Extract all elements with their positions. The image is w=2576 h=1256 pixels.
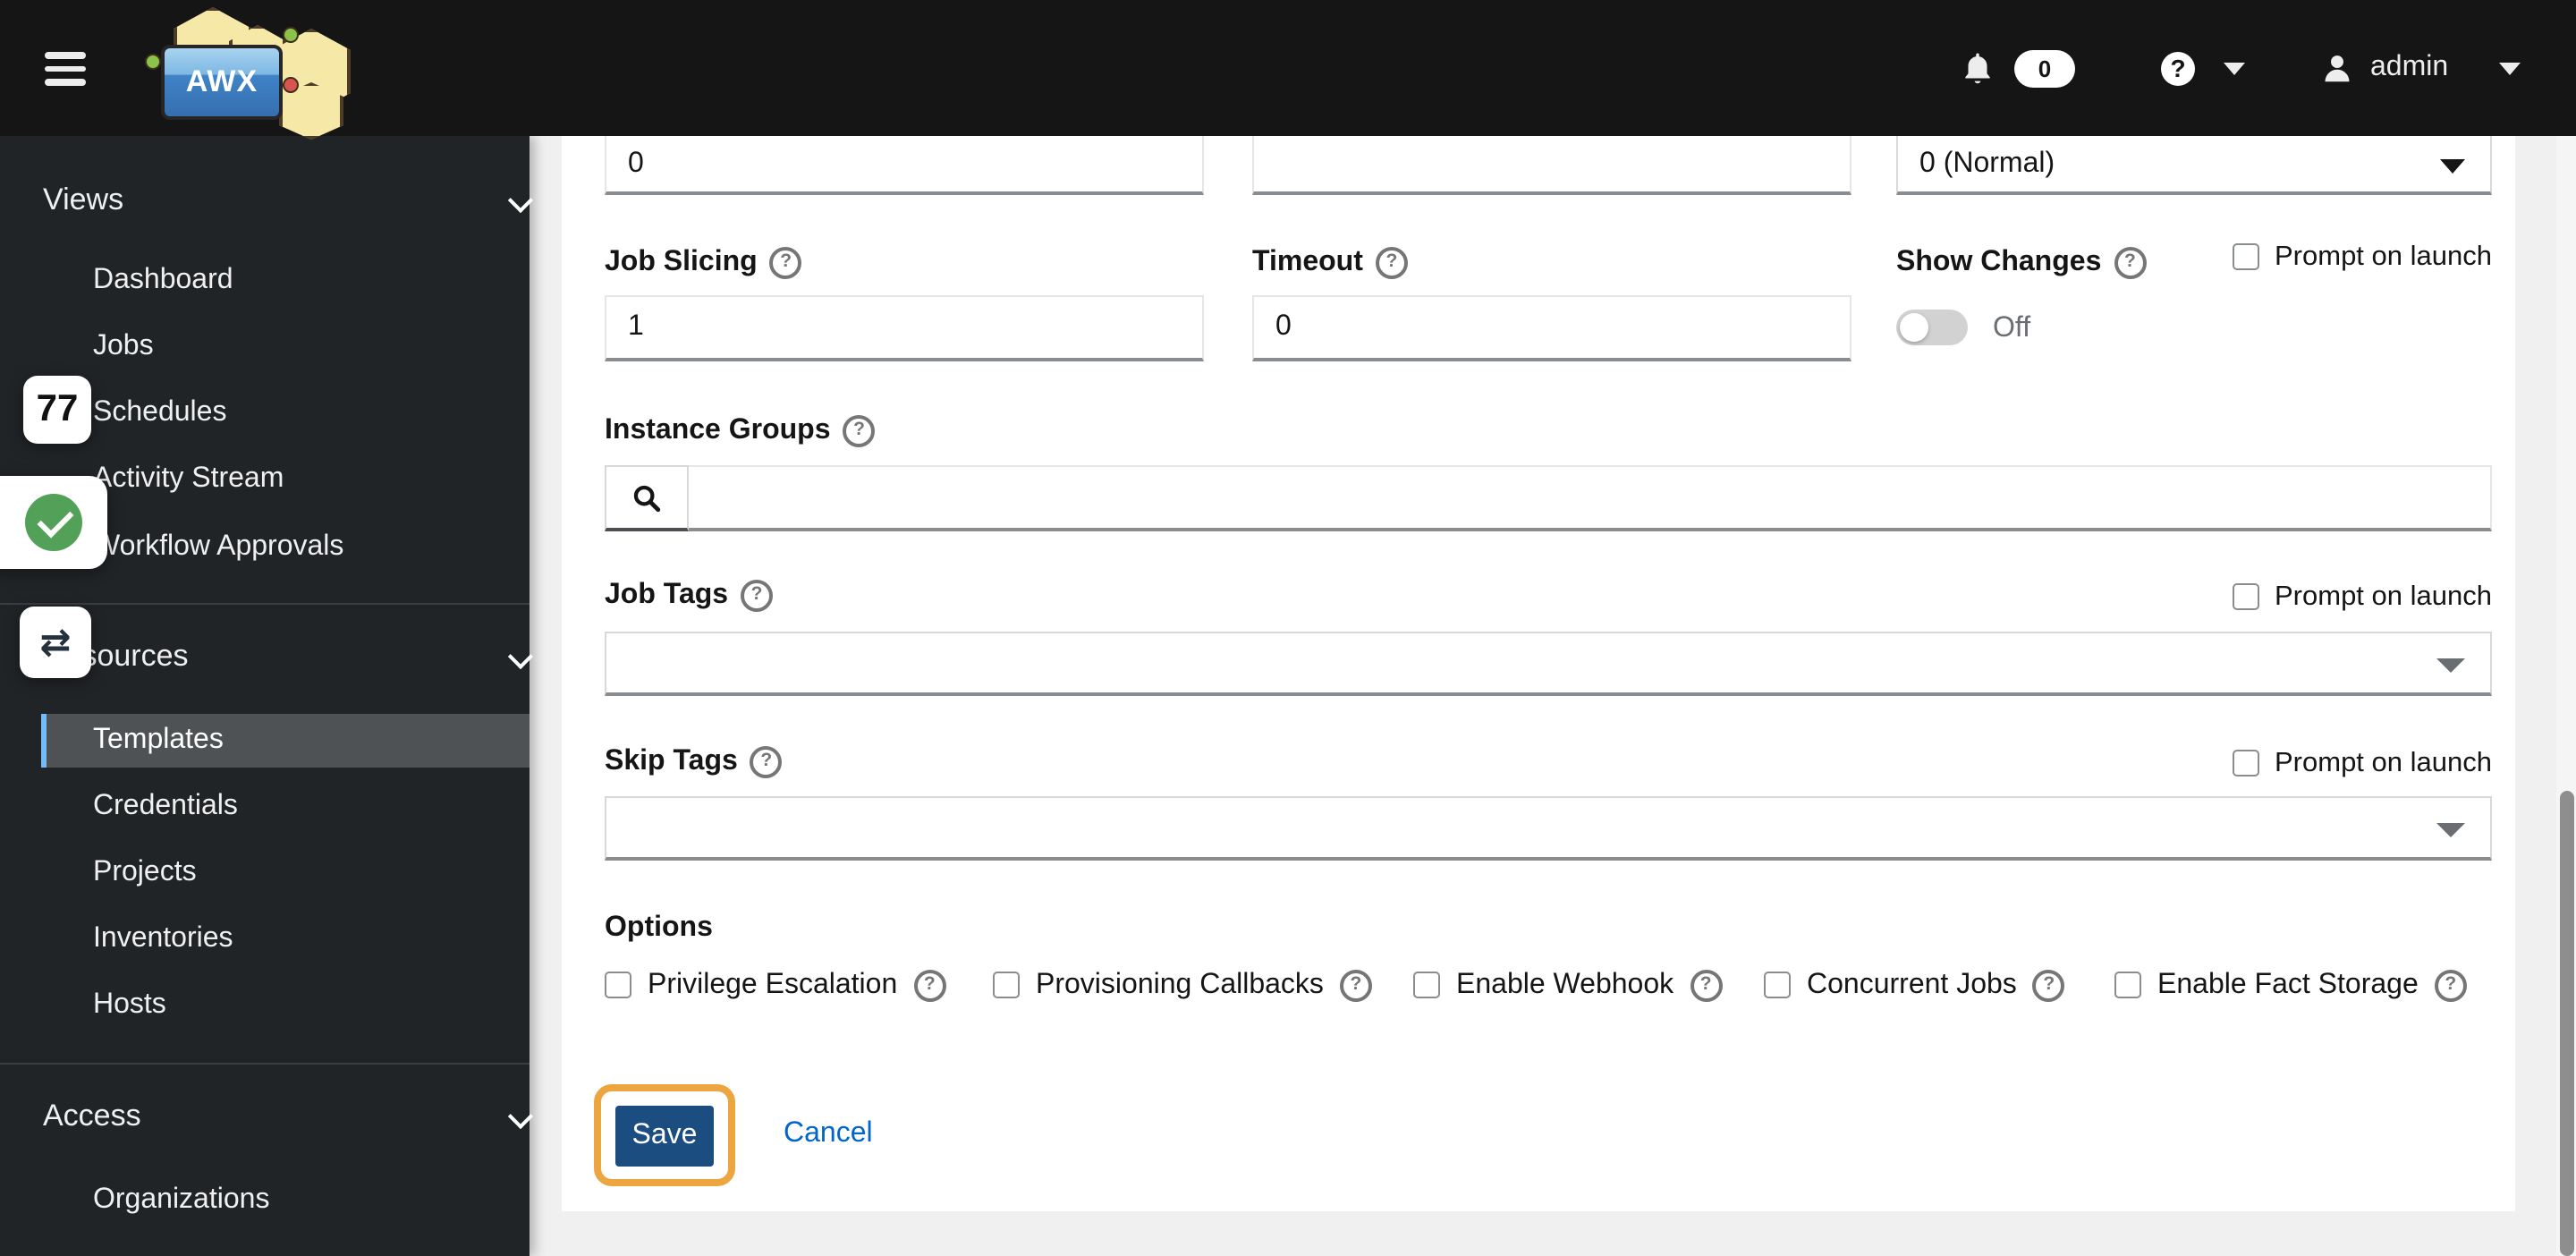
sidebar-item-schedules[interactable]: Schedules (0, 381, 623, 446)
help-circle-icon[interactable] (1690, 969, 1723, 1001)
help-circle-icon[interactable] (2032, 969, 2065, 1001)
instance-groups-label: Instance Groups (605, 415, 876, 447)
sidebar-item-credentials[interactable]: Credentials (0, 775, 623, 839)
show-changes-toggle[interactable] (1896, 310, 1968, 345)
green-dot (283, 27, 299, 43)
sidebar-section-views[interactable]: Views (0, 168, 572, 233)
skip-tags-label: Skip Tags (605, 746, 783, 778)
sidebar-item-projects[interactable]: Projects (0, 841, 623, 905)
option-privilege-escalation: Privilege Escalation (605, 969, 946, 1001)
sidebar-item-dashboard[interactable]: Dashboard (0, 249, 623, 313)
help-circle-icon[interactable] (843, 415, 876, 447)
instance-groups-field (605, 465, 2492, 531)
help-circle-icon[interactable] (769, 247, 802, 279)
provisioning-callbacks-checkbox[interactable] (993, 972, 1020, 998)
show-changes-state: Off (1993, 313, 2031, 344)
header-actions: 0 ? admin (1959, 0, 2521, 136)
username-label[interactable]: admin (2370, 52, 2448, 84)
caret-down-icon (2440, 158, 2465, 173)
skip-tags-select[interactable] (605, 796, 2492, 861)
prompt-on-launch-option: Prompt on launch (2232, 241, 2492, 272)
user-caret-down-icon[interactable] (2498, 62, 2521, 74)
timeout-label: Timeout (1252, 247, 1408, 279)
swap-arrows-icon: ⇄ (39, 621, 72, 664)
option-concurrent-jobs: Concurrent Jobs (1764, 969, 2065, 1001)
verbosity-select[interactable]: 0 (Normal) (1896, 136, 2492, 195)
help-circle-icon[interactable] (741, 580, 774, 612)
vertical-scrollbar-thumb[interactable] (2559, 791, 2573, 1256)
enable-webhook-checkbox[interactable] (1413, 972, 1440, 998)
sidebar-section-access[interactable]: Access (0, 1084, 572, 1149)
job-slicing-input[interactable] (605, 295, 1204, 361)
awx-app: AWX 0 ? admin Views Dashboard Jobs Sched (0, 0, 2576, 1256)
sidebar-divider (0, 1063, 530, 1065)
sidebar-item-organizations[interactable]: Organizations (0, 1168, 623, 1233)
help-circle-icon[interactable] (2434, 969, 2467, 1001)
option-provisioning-callbacks: Provisioning Callbacks (993, 969, 1372, 1001)
instance-groups-input[interactable] (689, 465, 2492, 531)
caret-down-icon (2436, 658, 2465, 672)
sidebar-item-inventories[interactable]: Inventories (0, 907, 623, 972)
forks-input[interactable] (605, 136, 1204, 195)
job-tags-label: Job Tags (605, 580, 774, 612)
sidebar-item-jobs[interactable]: Jobs (0, 315, 623, 379)
success-check-icon (25, 494, 82, 551)
job-slicing-label: Job Slicing (605, 247, 802, 279)
sidebar-item-hosts[interactable]: Hosts (0, 973, 623, 1038)
success-check-overlay (0, 476, 107, 569)
option-enable-fact-storage: Enable Fact Storage (2114, 969, 2467, 1001)
timeout-input[interactable] (1252, 295, 1852, 361)
nav-toggle-icon[interactable] (45, 52, 86, 86)
help-circle-icon[interactable] (913, 969, 946, 1001)
red-dot (283, 77, 299, 93)
help-icon[interactable]: ? (2161, 51, 2195, 85)
help-circle-icon[interactable] (750, 746, 783, 778)
enable-fact-storage-checkbox[interactable] (2114, 972, 2141, 998)
logo-text: AWX (185, 64, 258, 98)
count-badge-overlay: 77 (23, 376, 91, 444)
cancel-button[interactable]: Cancel (784, 1118, 873, 1150)
option-enable-webhook: Enable Webhook (1413, 969, 1723, 1001)
caret-down-icon (2436, 822, 2465, 836)
prompt-checkbox[interactable] (2232, 750, 2258, 777)
help-circle-icon[interactable] (2114, 247, 2147, 279)
green-dot (145, 54, 161, 70)
show-changes-label: Show Changes (1896, 247, 2147, 279)
top-navbar: AWX 0 ? admin (0, 0, 2576, 140)
vertical-scrollbar-track[interactable] (2556, 136, 2576, 1256)
job-tags-select[interactable] (605, 632, 2492, 696)
chevron-down-icon (507, 1103, 534, 1130)
bell-icon[interactable] (1959, 49, 1996, 87)
save-button[interactable]: Save (615, 1106, 714, 1167)
job-template-form: 0 (Normal) Job Slicing Timeout Show Chan… (562, 136, 2515, 1211)
sidebar-item-templates[interactable]: Templates (41, 714, 530, 768)
awx-monitor-badge: AWX (161, 45, 283, 120)
user-icon[interactable] (2320, 51, 2354, 85)
chevron-down-icon (507, 187, 534, 214)
concurrent-jobs-checkbox[interactable] (1764, 972, 1791, 998)
sidebar-divider (0, 603, 530, 605)
notification-count-badge[interactable]: 0 (2014, 49, 2075, 87)
prompt-on-launch-option: Prompt on launch (2232, 747, 2492, 778)
prompt-checkbox[interactable] (2232, 243, 2258, 270)
prompt-on-launch-option: Prompt on launch (2232, 581, 2492, 612)
help-circle-icon[interactable] (1375, 247, 1408, 279)
awx-logo: AWX (143, 4, 367, 140)
search-icon (633, 484, 661, 512)
swap-arrows-overlay: ⇄ (20, 607, 91, 678)
prompt-checkbox[interactable] (2232, 583, 2258, 610)
help-caret-down-icon[interactable] (2224, 62, 2245, 74)
sidebar-nav: Views Dashboard Jobs Schedules Activity … (0, 136, 534, 1256)
limit-input[interactable] (1252, 136, 1852, 195)
help-circle-icon[interactable] (1339, 969, 1372, 1001)
chevron-down-icon (507, 643, 534, 670)
